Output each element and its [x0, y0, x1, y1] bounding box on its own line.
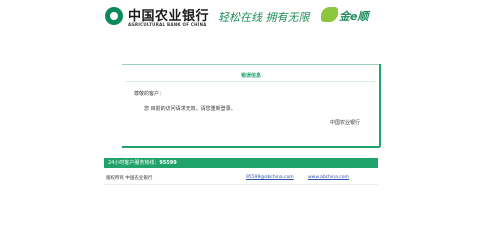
panel-title: 错误信息	[240, 73, 261, 79]
slogan: 轻松在线 拥有无限	[218, 11, 310, 24]
signature-text: 中国农业银行	[330, 120, 361, 126]
email-link[interactable]: 95599@abchina.com	[246, 175, 294, 180]
hotline-number: 95599	[159, 160, 177, 166]
site-header: 中国农业银行 AGRICULTURAL BANK OF CHINA 轻松在线 拥…	[0, 0, 500, 40]
website-link[interactable]: www.abchina.com	[308, 175, 349, 180]
hotline-bar: 24小时客户服务热线：95599	[104, 158, 378, 168]
abc-logo-icon	[105, 7, 123, 25]
hotline-text: 24小时客户服务热线：95599	[108, 159, 177, 166]
error-message: 您 目前的访问请求无效，请您重新登录。	[144, 106, 236, 112]
brand-leaf-icon	[321, 7, 338, 22]
panel-right-border	[379, 64, 381, 147]
copyright-text: 版权所有 中国农业银行	[106, 176, 153, 181]
bank-name-en: AGRICULTURAL BANK OF CHINA	[128, 22, 207, 27]
panel-divider	[126, 81, 376, 82]
error-panel: 错误信息 尊敬的客户： 您 目前的访问请求无效，请您重新登录。 中国农业银行	[122, 64, 380, 148]
site-footer: 版权所有 中国农业银行 95599@abchina.com www.abchin…	[104, 172, 378, 185]
greeting-text: 尊敬的客户：	[134, 91, 165, 97]
brand-name: 金e顺	[339, 10, 369, 23]
hotline-label: 24小时客户服务热线：	[108, 160, 160, 166]
